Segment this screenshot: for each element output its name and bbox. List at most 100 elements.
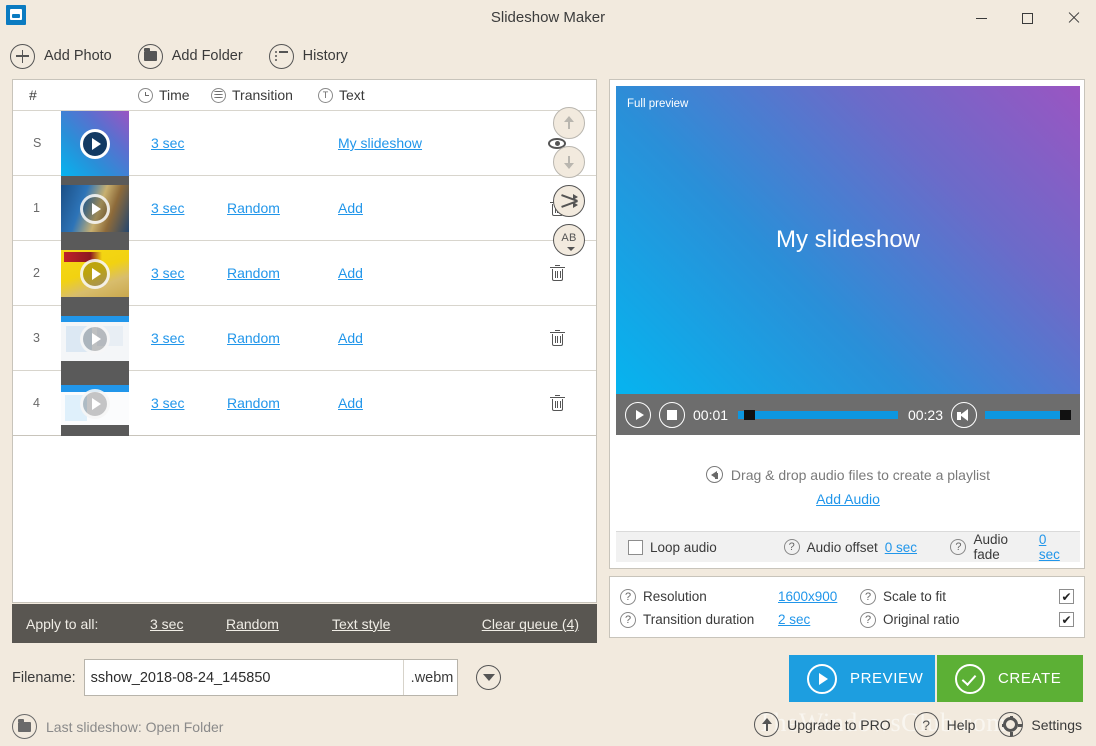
table-row[interactable]: 4 3 sec Random Add <box>13 371 596 436</box>
create-button-label: CREATE <box>998 670 1062 687</box>
add-folder-label: Add Folder <box>171 48 243 64</box>
row-text-link[interactable]: My slideshow <box>338 135 422 151</box>
help-button[interactable]: ? Help <box>913 712 975 737</box>
filename-input[interactable] <box>84 660 403 695</box>
player-volume-slider[interactable] <box>985 409 1071 420</box>
row-transition-link[interactable]: Random <box>227 330 280 346</box>
audio-offset-option[interactable]: ? Audio offset 0 sec <box>783 539 951 555</box>
main-toolbar: Add Photo Add Folder History <box>0 36 1096 76</box>
player-play-button[interactable] <box>625 401 651 428</box>
player-seek-slider[interactable] <box>738 409 898 420</box>
player-stop-button[interactable] <box>659 401 685 428</box>
row-thumbnail[interactable] <box>61 371 129 436</box>
resolution-value[interactable]: 1600x900 <box>778 589 837 604</box>
scale-to-fit-group[interactable]: ? Scale to fit <box>860 588 1074 605</box>
volume-handle[interactable] <box>1060 409 1071 420</box>
row-time-link[interactable]: 3 sec <box>151 265 184 281</box>
loop-audio-option[interactable]: Loop audio <box>628 539 784 555</box>
row-time-link[interactable]: 3 sec <box>151 135 184 151</box>
format-dropdown-button[interactable] <box>466 660 512 695</box>
row-transition-link[interactable]: Random <box>227 395 280 411</box>
clear-queue-link[interactable]: Clear queue (4) <box>482 616 579 632</box>
help-icon[interactable]: ? <box>620 588 636 605</box>
play-icon <box>807 663 837 694</box>
sort-ab-button[interactable]: AB <box>553 224 585 256</box>
original-ratio-label: Original ratio <box>883 612 960 627</box>
close-button[interactable] <box>1050 0 1096 36</box>
arrow-down-icon <box>562 154 576 170</box>
minimize-button[interactable] <box>958 0 1004 36</box>
delete-row-button[interactable] <box>544 260 570 286</box>
row-text-link[interactable]: Add <box>338 330 363 346</box>
apply-time-link[interactable]: 3 sec <box>150 616 183 632</box>
text-t-icon: T <box>318 87 333 103</box>
audio-offset-value[interactable]: 0 sec <box>885 540 917 555</box>
audio-fade-option[interactable]: ? Audio fade 0 sec <box>950 532 1068 562</box>
player-controls: 00:01 00:23 <box>616 394 1080 435</box>
row-time-link[interactable]: 3 sec <box>151 330 184 346</box>
preview-stage[interactable]: Full preview My slideshow <box>616 86 1080 394</box>
audio-dropzone[interactable]: Drag & drop audio files to create a play… <box>616 440 1080 533</box>
table-row[interactable]: S 3 sec My slideshow <box>13 111 596 176</box>
transition-duration-value[interactable]: 2 sec <box>778 612 810 627</box>
maximize-button[interactable] <box>1004 0 1050 36</box>
shuffle-button[interactable] <box>553 185 585 217</box>
apply-transition-link[interactable]: Random <box>226 616 279 632</box>
transition-duration-label: Transition duration <box>643 612 755 627</box>
help-icon[interactable]: ? <box>620 611 636 628</box>
preview-panel: Full preview My slideshow 00:01 00:23 Dr… <box>609 79 1085 569</box>
row-time-link[interactable]: 3 sec <box>151 395 184 411</box>
help-icon[interactable]: ? <box>783 539 800 555</box>
add-photo-button[interactable]: Add Photo <box>10 43 112 69</box>
window-title: Slideshow Maker <box>490 9 606 26</box>
row-time-link[interactable]: 3 sec <box>151 200 184 216</box>
row-transition-link[interactable]: Random <box>227 265 280 281</box>
loop-audio-label: Loop audio <box>650 539 717 555</box>
create-button[interactable]: CREATE <box>937 655 1083 702</box>
help-icon[interactable]: ? <box>860 611 876 628</box>
column-header-text-label: Text <box>339 87 365 103</box>
loop-audio-checkbox[interactable] <box>628 539 643 555</box>
history-label: History <box>302 48 348 64</box>
seek-handle[interactable] <box>744 409 756 420</box>
add-folder-button[interactable]: Add Folder <box>137 43 243 69</box>
table-row[interactable]: 1 3 sec Random Add <box>13 176 596 241</box>
row-text-link[interactable]: Add <box>338 265 363 281</box>
upgrade-to-pro-button[interactable]: Upgrade to PRO <box>754 712 891 737</box>
title-bar: Slideshow Maker <box>0 0 1096 36</box>
settings-button[interactable]: Settings <box>998 712 1082 737</box>
move-up-button[interactable] <box>553 107 585 139</box>
trash-icon <box>549 264 565 282</box>
add-audio-link[interactable]: Add Audio <box>816 491 880 507</box>
row-thumbnail[interactable] <box>61 176 129 241</box>
last-slideshow-label[interactable]: Last slideshow: Open Folder <box>46 719 223 735</box>
check-circle-icon <box>955 663 985 694</box>
help-icon[interactable]: ? <box>950 539 967 555</box>
move-down-button[interactable] <box>553 146 585 178</box>
shuffle-icon <box>560 194 578 208</box>
table-row[interactable]: 3 3 sec Random Add <box>13 306 596 371</box>
history-button[interactable]: History <box>268 43 348 69</box>
row-thumbnail[interactable] <box>61 111 129 176</box>
original-ratio-group[interactable]: ? Original ratio <box>860 611 1074 628</box>
delete-row-button[interactable] <box>544 325 570 351</box>
table-row[interactable]: 2 3 sec Random Add <box>13 241 596 306</box>
row-text-link[interactable]: Add <box>338 395 363 411</box>
audio-fade-value[interactable]: 0 sec <box>1039 532 1068 562</box>
help-icon[interactable]: ? <box>860 588 876 605</box>
column-header-time: Time <box>138 87 190 103</box>
scale-to-fit-checkbox[interactable] <box>1059 589 1074 604</box>
clock-icon <box>138 87 153 103</box>
apply-text-style-link[interactable]: Text style <box>332 616 390 632</box>
player-volume-button[interactable] <box>951 401 977 428</box>
row-thumbnail[interactable] <box>61 306 129 371</box>
delete-row-button[interactable] <box>544 390 570 416</box>
folder-circle-icon <box>12 714 37 739</box>
last-slideshow-row[interactable]: Last slideshow: Open Folder <box>12 714 223 739</box>
preview-button[interactable]: PREVIEW <box>789 655 935 702</box>
original-ratio-checkbox[interactable] <box>1059 612 1074 627</box>
plus-circle-icon <box>10 43 35 69</box>
row-text-link[interactable]: Add <box>338 200 363 216</box>
row-thumbnail[interactable] <box>61 241 129 306</box>
row-transition-link[interactable]: Random <box>227 200 280 216</box>
